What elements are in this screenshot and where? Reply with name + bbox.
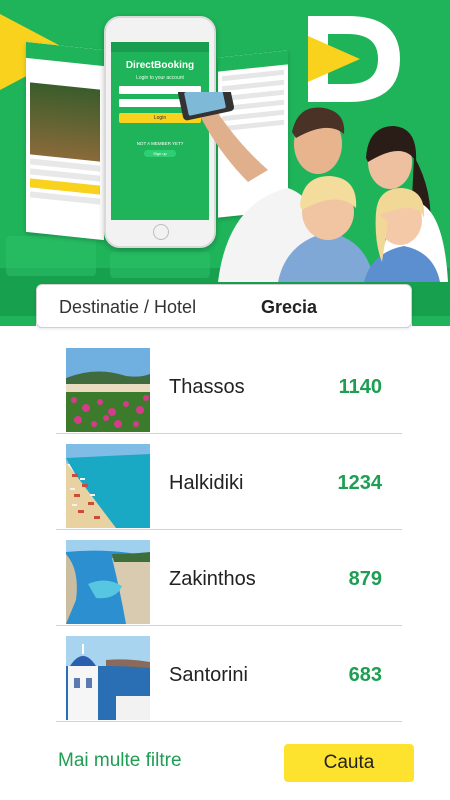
background-screen bbox=[6, 236, 96, 276]
santorini-photo bbox=[66, 636, 150, 720]
app-screen: DirectBooking Login to your account Logi… bbox=[0, 0, 450, 800]
thassos-photo bbox=[66, 348, 150, 432]
zakinthos-photo bbox=[66, 540, 150, 624]
destination-label: Destinatie / Hotel bbox=[59, 297, 197, 317]
hero-banner: DirectBooking Login to your account Logi… bbox=[0, 0, 450, 316]
phone-brand-name: DirectBooking bbox=[125, 60, 195, 71]
search-button[interactable]: Cauta bbox=[284, 744, 414, 782]
app-screenshot-hotel bbox=[26, 41, 104, 241]
destination-name: Halkidiki bbox=[169, 472, 244, 494]
phone-signup-label: Sign up bbox=[153, 151, 167, 156]
hotel-count: 683 bbox=[348, 664, 382, 686]
destination-item-santorini[interactable]: Santorini 683 bbox=[56, 626, 402, 722]
destination-search-bar[interactable]: Destinatie / Hotel Grecia bbox=[36, 284, 412, 328]
hotel-count: 1234 bbox=[337, 472, 383, 494]
destination-item-thassos[interactable]: Thassos 1140 bbox=[56, 338, 402, 434]
green-edge bbox=[0, 316, 36, 326]
phone-signup-button: Sign up bbox=[144, 150, 176, 157]
more-filters-link[interactable]: Mai multe filtre bbox=[58, 750, 182, 772]
hotel-count: 879 bbox=[348, 568, 382, 590]
phone-home-button-icon bbox=[153, 224, 169, 240]
phone-login-label: Login bbox=[153, 115, 167, 121]
hotel-count: 1140 bbox=[338, 376, 382, 398]
destination-value[interactable]: Grecia bbox=[261, 297, 317, 318]
directbooking-logo bbox=[308, 16, 400, 102]
destination-name: Thassos bbox=[169, 376, 245, 398]
destination-list: Thassos 1140 Halkidiki 1234 Zakinthos 87… bbox=[56, 338, 402, 722]
destination-item-halkidiki[interactable]: Halkidiki 1234 bbox=[56, 434, 402, 530]
family-selfie-photo bbox=[178, 92, 448, 282]
green-edge bbox=[412, 316, 450, 326]
destination-item-zakinthos[interactable]: Zakinthos 879 bbox=[56, 530, 402, 626]
destination-name: Santorini bbox=[169, 664, 248, 686]
destination-name: Zakinthos bbox=[169, 568, 256, 590]
phone-login-hint: Login to your account bbox=[136, 75, 184, 81]
halkidiki-photo bbox=[66, 444, 150, 528]
